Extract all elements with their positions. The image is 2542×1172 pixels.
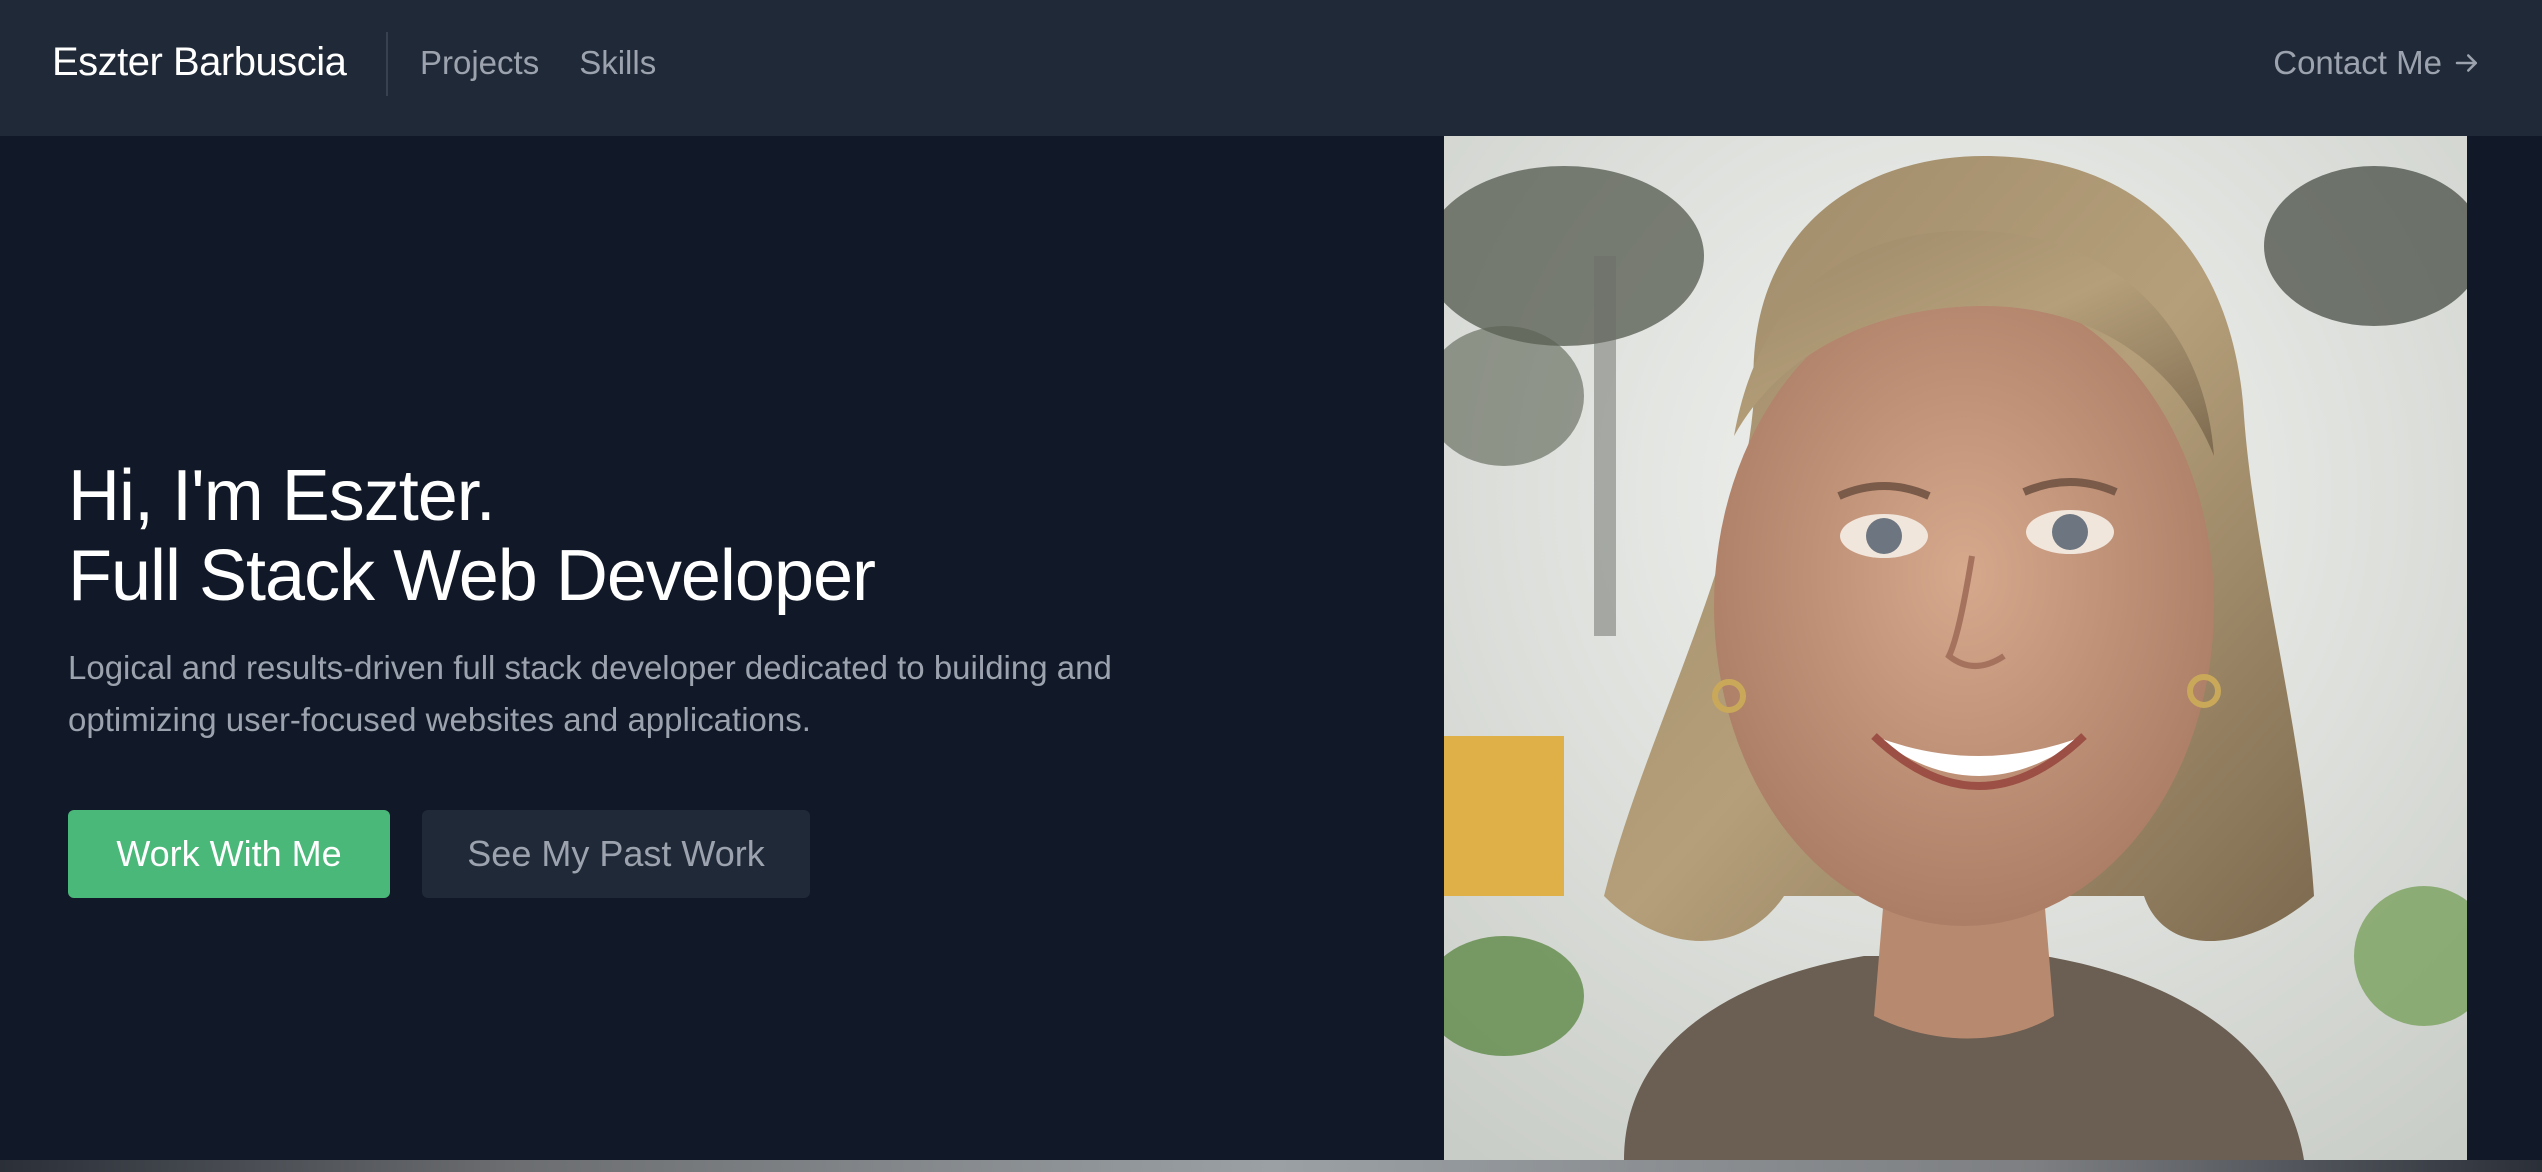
hero-text: Hi, I'm Eszter. Full Stack Web Developer… — [68, 456, 1368, 898]
nav-divider — [386, 32, 388, 96]
nav-link-projects[interactable]: Projects — [420, 44, 539, 82]
contact-me-label: Contact Me — [2273, 44, 2442, 81]
hero-section: Hi, I'm Eszter. Full Stack Web Developer… — [0, 136, 2542, 1160]
portrait-illustration — [1444, 136, 2467, 1160]
top-navbar: Eszter Barbuscia Projects Skills Contact… — [0, 0, 2542, 136]
nav-link-skills[interactable]: Skills — [579, 44, 656, 82]
site-brand[interactable]: Eszter Barbuscia — [52, 40, 347, 85]
next-section-preview — [0, 1160, 2542, 1172]
portrait-photo — [1444, 136, 2467, 1160]
hero-headline: Hi, I'm Eszter. Full Stack Web Developer — [68, 456, 1368, 616]
work-with-me-button[interactable]: Work With Me — [68, 810, 390, 898]
hero-buttons: Work With Me See My Past Work — [68, 810, 1368, 898]
headline-greeting: Hi, I'm Eszter. — [68, 456, 496, 536]
nav-links: Projects Skills — [420, 44, 696, 82]
contact-me-link[interactable]: Contact Me — [2273, 44, 2482, 82]
headline-title: Full Stack Web Developer — [68, 536, 876, 616]
hero-description: Logical and results-driven full stack de… — [68, 649, 1112, 738]
arrow-right-icon — [2455, 54, 2477, 72]
see-past-work-button[interactable]: See My Past Work — [422, 810, 810, 898]
